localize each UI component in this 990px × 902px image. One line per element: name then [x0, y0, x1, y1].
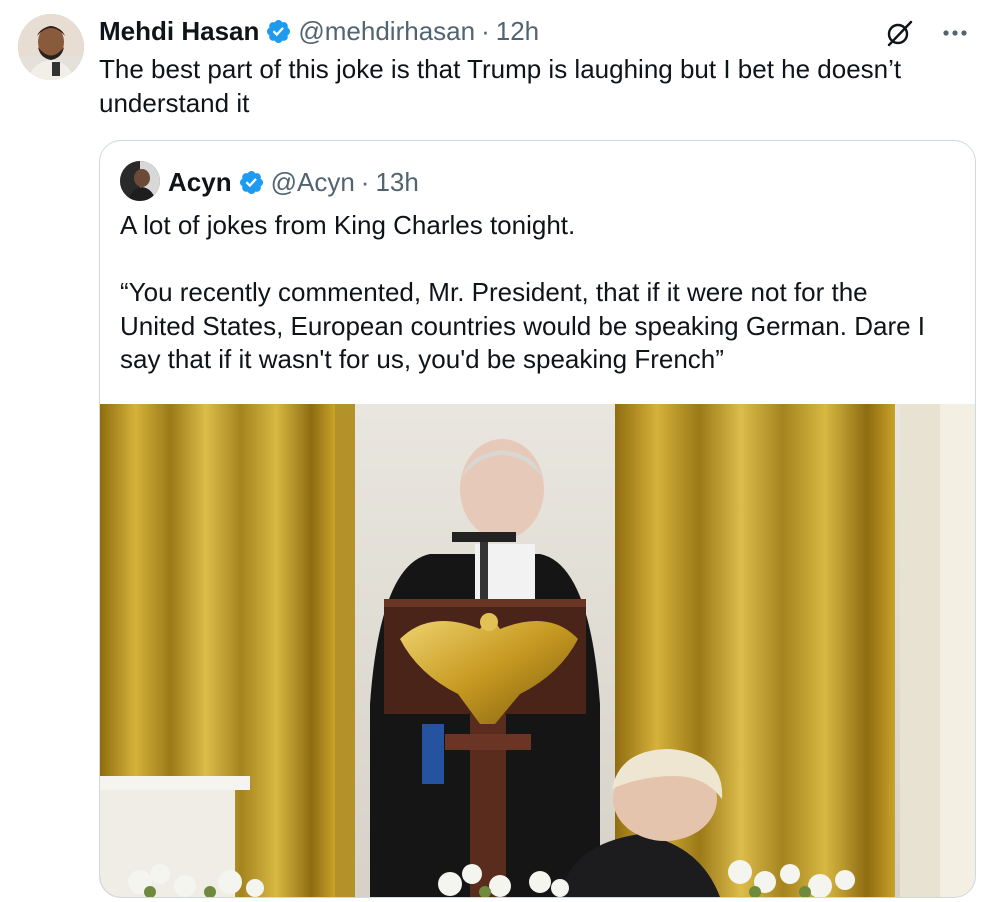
verified-badge-icon[interactable] [238, 169, 265, 196]
quoted-tweet-paragraph: A lot of jokes from King Charles tonight… [120, 210, 576, 240]
tweet-timestamp[interactable]: 12h [496, 16, 539, 47]
quoted-tweet-media[interactable] [100, 404, 975, 897]
author-avatar[interactable] [18, 14, 84, 80]
quoted-tweet-timestamp[interactable]: 13h [375, 167, 418, 198]
author-handle[interactable]: @mehdirhasan [298, 16, 475, 47]
tweet-header: Mehdi Hasan @mehdirhasan · 12h [99, 14, 539, 48]
media-image [100, 404, 975, 897]
grok-icon[interactable] [882, 16, 916, 50]
more-options-icon[interactable] [938, 16, 972, 50]
tweet-actions-top [882, 16, 972, 50]
quoted-avatar-image [120, 161, 160, 201]
author-avatar-image [18, 14, 84, 80]
separator-dot: · [481, 15, 490, 46]
quoted-tweet-header: Acyn @Acyn · 13h [168, 163, 419, 201]
quoted-tweet-card[interactable]: Acyn @Acyn · 13h A lot of jokes from Kin… [99, 140, 976, 898]
verified-badge-icon[interactable] [265, 18, 292, 45]
author-name[interactable]: Mehdi Hasan [99, 16, 259, 47]
quoted-author-handle[interactable]: @Acyn [271, 167, 355, 198]
separator-dot: · [360, 166, 370, 197]
quoted-tweet-text: A lot of jokes from King Charles tonight… [120, 209, 940, 377]
quoted-tweet-paragraph: “You recently commented, Mr. President, … [120, 277, 926, 374]
quoted-author-avatar[interactable] [120, 161, 160, 201]
quoted-author-name[interactable]: Acyn [168, 167, 232, 198]
tweet-text: The best part of this joke is that Trump… [99, 54, 902, 118]
